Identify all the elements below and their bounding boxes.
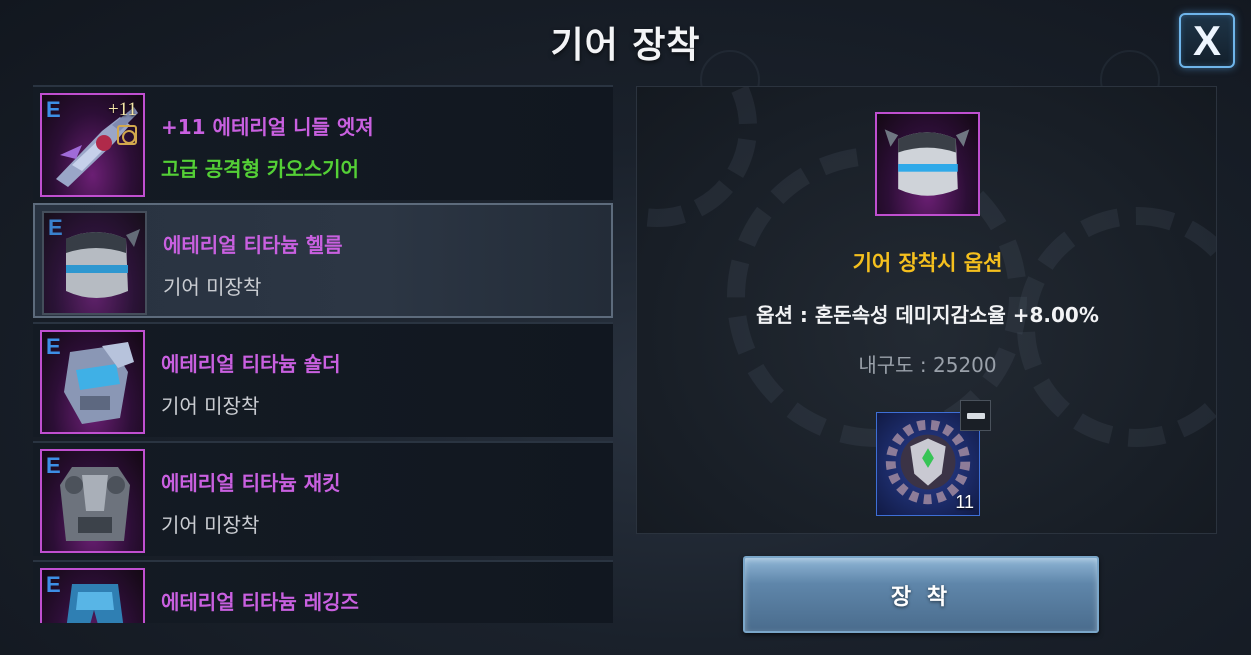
unequip-minus-button[interactable] xyxy=(960,400,991,431)
equip-button[interactable]: 장 착 xyxy=(743,556,1099,633)
gear-list[interactable]: E +11 +11 에테리얼 니들 엣져 고급 공격형 카오스기어 E 에테리얼… xyxy=(33,85,613,623)
dialog-title: 기어 장착 xyxy=(550,25,701,66)
close-icon: X xyxy=(1192,16,1221,64)
gear-list-item[interactable]: E +11 +11 에테리얼 니들 엣져 고급 공격형 카오스기어 xyxy=(33,85,613,200)
gear-status: 기어 미장착 xyxy=(161,394,260,418)
durability-value: 내구도 : 25200 xyxy=(858,353,997,377)
option-title: 기어 장착시 옵션 xyxy=(852,251,1003,275)
gear-background-decor xyxy=(637,87,757,227)
jacket-armor-icon: E xyxy=(40,449,145,553)
lock-icon xyxy=(117,125,137,145)
slot-count: 11 xyxy=(955,492,974,512)
gear-status: 기어 미장착 xyxy=(161,513,260,537)
equip-button-label: 장 착 xyxy=(890,584,952,610)
gear-name: 에테리얼 티타늄 재킷 xyxy=(161,471,341,495)
grade-badge: E xyxy=(46,453,61,478)
gear-status: 고급 공격형 카오스기어 xyxy=(161,157,359,181)
helm-icon xyxy=(875,112,980,216)
gear-list-item[interactable]: E 에테리얼 티타늄 재킷 기어 미장착 xyxy=(33,441,613,556)
gear-name: 에테리얼 티타늄 레깅즈 xyxy=(161,590,359,614)
grade-badge: E xyxy=(46,97,61,122)
enhance-level: +11 xyxy=(107,99,137,120)
grade-badge: E xyxy=(48,215,63,240)
gear-list-item[interactable]: E 에테리얼 티타늄 숄더 기어 미장착 xyxy=(33,322,613,437)
grade-badge: E xyxy=(46,572,61,597)
gear-name: 에테리얼 티타늄 헬름 xyxy=(163,233,343,257)
gear-list-item[interactable]: E 에테리얼 티타늄 레깅즈 xyxy=(33,560,613,623)
gear-list-item-selected[interactable]: E 에테리얼 티타늄 헬름 기어 미장착 xyxy=(33,203,613,318)
minus-icon xyxy=(966,412,985,419)
shoulder-armor-icon: E xyxy=(40,330,145,434)
option-value: 옵션 : 혼돈속성 데미지감소율 +8.00% xyxy=(756,303,1099,327)
gear-name: 에테리얼 티타늄 숄더 xyxy=(161,352,341,376)
grade-badge: E xyxy=(46,334,61,359)
leggings-armor-icon: E xyxy=(40,568,145,623)
gear-name: +11 에테리얼 니들 엣져 xyxy=(161,115,374,139)
gear-status: 기어 미장착 xyxy=(163,275,262,299)
close-button[interactable]: X xyxy=(1179,13,1235,68)
needle-edger-weapon-icon: E +11 xyxy=(40,93,145,197)
helm-icon: E xyxy=(42,211,147,315)
gear-detail-panel: 기어 장착시 옵션 옵션 : 혼돈속성 데미지감소율 +8.00% 내구도 : … xyxy=(636,86,1217,534)
